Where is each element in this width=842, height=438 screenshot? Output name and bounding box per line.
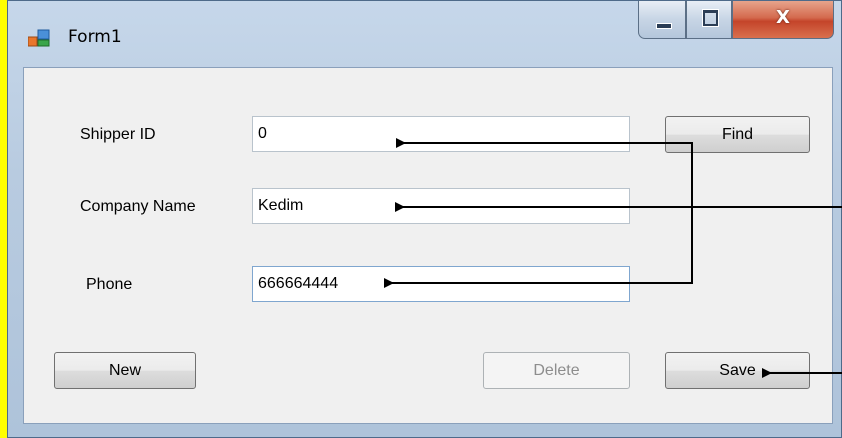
phone-label: Phone xyxy=(86,276,133,293)
maximize-button[interactable] xyxy=(686,1,732,39)
window-title: Form1 xyxy=(68,27,122,47)
company-name-input[interactable]: Kedim xyxy=(252,188,630,224)
phone-input[interactable]: 666664444 xyxy=(252,266,630,302)
close-icon: X xyxy=(776,7,790,28)
form-client-area: Shipper ID 0 Find Company Name Kedim Pho… xyxy=(23,67,833,424)
form-icon xyxy=(28,29,50,47)
close-button[interactable]: X xyxy=(732,1,834,39)
form-window: Form1 X Shipper ID 0 Find Company Name K… xyxy=(7,0,842,438)
minimize-button[interactable] xyxy=(638,1,686,39)
new-button[interactable]: New xyxy=(54,352,196,389)
shipper-id-input[interactable]: 0 xyxy=(252,116,630,152)
save-button[interactable]: Save xyxy=(665,352,810,389)
minimize-icon xyxy=(656,23,672,29)
delete-button: Delete xyxy=(483,352,630,389)
company-name-label: Company Name xyxy=(80,198,196,215)
shipper-id-label: Shipper ID xyxy=(80,126,156,143)
maximize-icon xyxy=(703,10,718,26)
find-button[interactable]: Find xyxy=(665,116,810,153)
title-bar[interactable]: Form1 X xyxy=(8,1,841,65)
